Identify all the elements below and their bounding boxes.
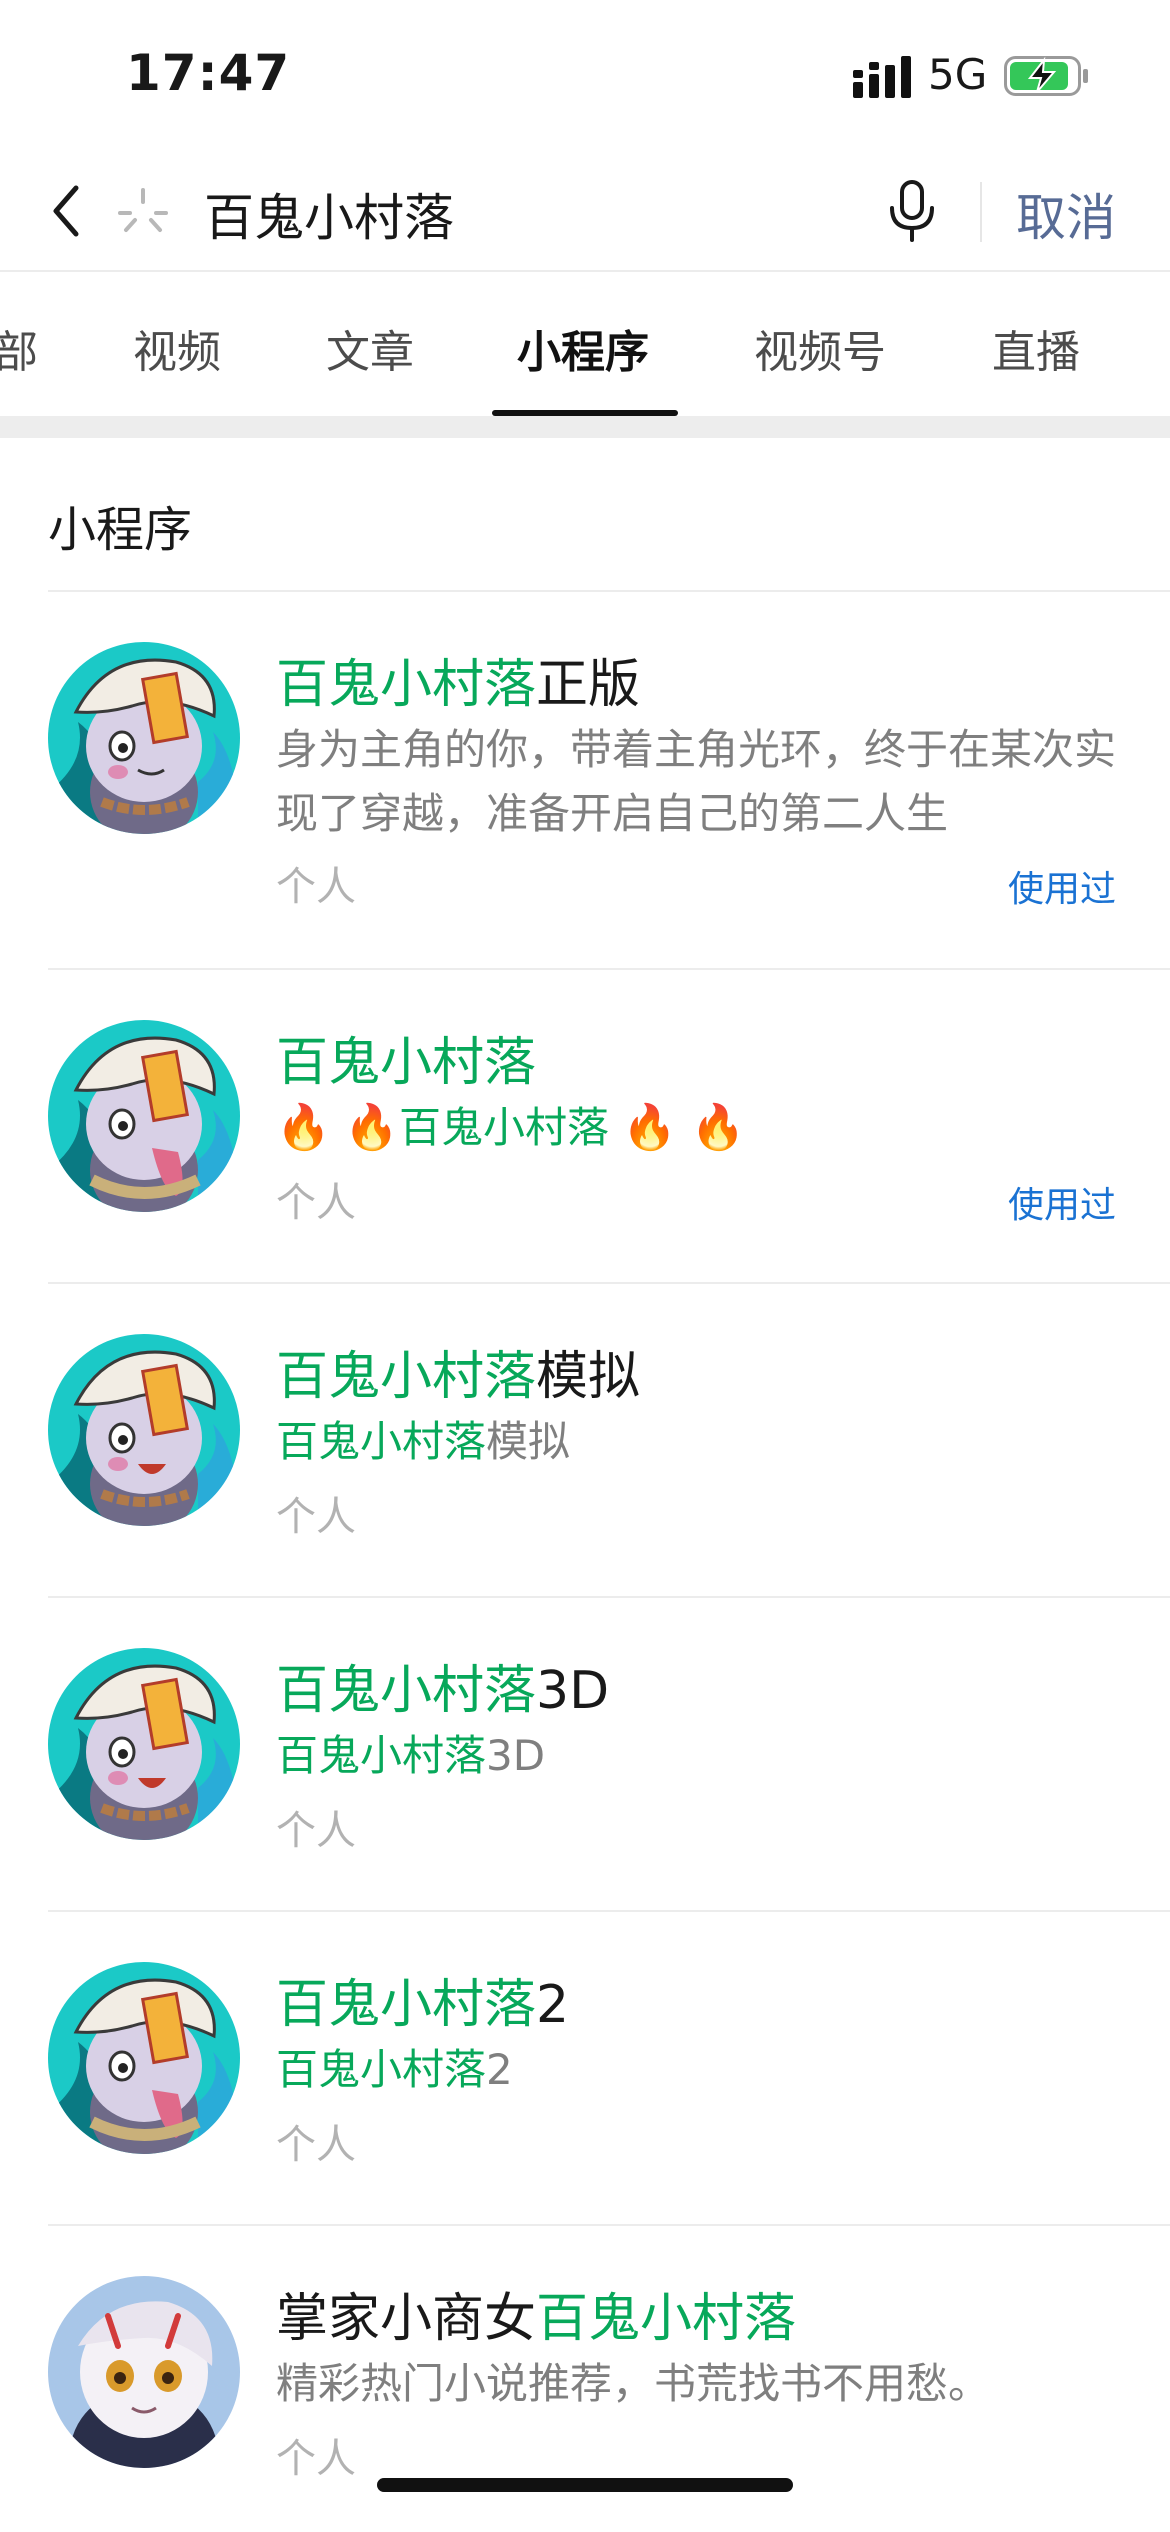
search-divider [980, 182, 982, 242]
tab-all[interactable]: 部 [0, 316, 38, 380]
search-bar: 百鬼小村落 取消 [0, 150, 1170, 272]
result-item[interactable]: 百鬼小村落 🔥 🔥百鬼小村落 🔥 🔥 个人 使用过 [0, 970, 1170, 1284]
description-highlight: 百鬼小村落 [276, 2045, 487, 2094]
title-suffix: 2 [536, 1975, 570, 2035]
used-badge: 使用过 [1007, 1185, 1116, 1226]
result-description: 🔥 🔥百鬼小村落 🔥 🔥 [276, 1096, 1126, 1160]
fire-emoji: 🔥 [690, 1102, 746, 1153]
result-title: 百鬼小村落模拟 [276, 1334, 640, 1409]
result-description: 身为主角的你，带着主角光环，终于在某次实现了穿越，准备开启自己的第二人生 [276, 725, 1117, 838]
search-input[interactable]: 百鬼小村落 [204, 178, 454, 250]
tab-channels[interactable]: 视频号 [754, 316, 886, 380]
result-item[interactable]: 百鬼小村落2 百鬼小村落2 个人 [0, 1912, 1170, 2226]
title-suffix: 正版 [536, 655, 641, 715]
tab-video[interactable]: 视频 [133, 316, 221, 380]
result-title: 百鬼小村落 [276, 1020, 536, 1095]
description-suffix: 3D [486, 1731, 546, 1780]
result-title: 百鬼小村落正版 [276, 642, 640, 717]
result-item[interactable]: 百鬼小村落正版 身为主角的你，带着主角光环，终于在某次实现了穿越，准备开启自己的… [0, 592, 1170, 970]
mini-program-avatar [48, 1648, 240, 1840]
result-description: 百鬼小村落3D [276, 1724, 1126, 1788]
mini-program-avatar [48, 1020, 240, 1212]
used-badge: 使用过 [1007, 869, 1116, 910]
mini-program-avatar [48, 1962, 240, 2154]
account-type: 个人 [276, 2436, 356, 2482]
battery-charging-icon [1004, 56, 1088, 96]
home-indicator [377, 2478, 793, 2492]
network-type: 5G [928, 50, 988, 99]
title-prefix: 掌家小商女 [276, 2289, 537, 2349]
fire-emoji: 🔥 [622, 1102, 678, 1153]
signal-icon [853, 56, 911, 98]
title-highlight: 百鬼小村落 [276, 1975, 537, 2035]
account-type: 个人 [276, 2122, 356, 2168]
title-suffix: 3D [536, 1661, 610, 1721]
fire-emoji: 🔥 [344, 1102, 399, 1153]
description-suffix: 模拟 [486, 1417, 571, 1466]
search-tabs: 部 视频 文章 小程序 视频号 直播 [0, 272, 1170, 416]
fire-emoji: 🔥 [276, 1102, 331, 1153]
section-title: 小程序 [48, 502, 193, 558]
status-time: 17:47 [126, 44, 291, 102]
result-description: 百鬼小村落模拟 [276, 1410, 1126, 1474]
result-description: 百鬼小村落2 [276, 2038, 1126, 2102]
title-highlight: 百鬼小村落 [276, 655, 537, 715]
mini-program-avatar [48, 2276, 240, 2468]
result-item[interactable]: 百鬼小村落模拟 百鬼小村落模拟 个人 [0, 1284, 1170, 1598]
status-bar: 17:47 5G [0, 0, 1170, 150]
result-title: 百鬼小村落3D [276, 1648, 609, 1723]
account-type: 个人 [276, 1494, 356, 1540]
result-description: 精彩热门小说推荐，书荒找书不用愁。 [276, 2359, 991, 2408]
result-title: 掌家小商女百鬼小村落 [276, 2276, 796, 2351]
title-highlight: 百鬼小村落 [536, 2289, 797, 2349]
result-item[interactable]: 百鬼小村落3D 百鬼小村落3D 个人 [0, 1598, 1170, 1912]
account-type: 个人 [276, 1808, 356, 1854]
tab-mini-programs[interactable]: 小程序 [517, 316, 649, 380]
description-highlight: 百鬼小村落 [398, 1103, 609, 1152]
description-suffix: 2 [486, 2045, 513, 2094]
description-highlight: 百鬼小村落 [276, 1731, 487, 1780]
mini-program-avatar [48, 1334, 240, 1526]
description-highlight: 百鬼小村落 [276, 1417, 487, 1466]
tab-articles[interactable]: 文章 [326, 316, 414, 380]
section-separator [0, 416, 1170, 438]
tab-live[interactable]: 直播 [992, 316, 1080, 380]
title-suffix: 模拟 [536, 1347, 641, 1407]
title-highlight: 百鬼小村落 [276, 1033, 537, 1093]
title-highlight: 百鬼小村落 [276, 1347, 537, 1407]
title-highlight: 百鬼小村落 [276, 1661, 537, 1721]
account-type: 个人 [276, 864, 356, 910]
microphone-icon[interactable] [886, 178, 938, 244]
loading-icon [118, 188, 168, 232]
result-title: 百鬼小村落2 [276, 1962, 569, 2037]
cancel-button[interactable]: 取消 [1016, 178, 1116, 250]
account-type: 个人 [276, 1180, 356, 1226]
mini-program-avatar [48, 642, 240, 834]
back-icon[interactable] [42, 178, 92, 244]
